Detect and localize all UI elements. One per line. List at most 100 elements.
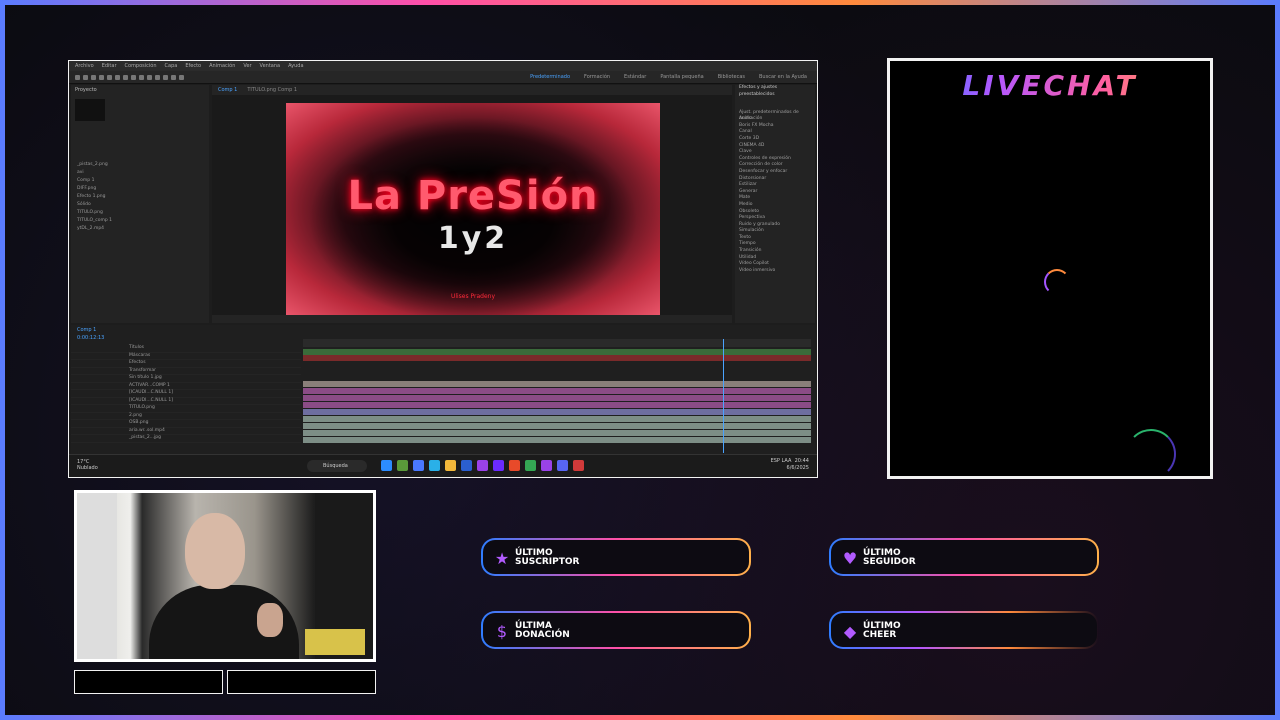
timeline-tracks[interactable] <box>303 339 811 453</box>
app-icon[interactable] <box>397 460 408 471</box>
effects-item[interactable]: Clave <box>735 149 815 156</box>
rotate-tool-icon[interactable] <box>107 74 112 80</box>
menu-editar[interactable]: Editar <box>102 63 117 69</box>
app-icon[interactable] <box>541 460 552 471</box>
project-item[interactable]: Efecto 1.png <box>71 193 209 201</box>
zoom-tool-icon[interactable] <box>99 74 104 80</box>
project-item[interactable]: avi <box>71 169 209 177</box>
project-item[interactable]: TITULO.png <box>71 209 209 217</box>
layer-row[interactable]: [ICAUDI...C.NULL 1] <box>71 390 301 398</box>
effects-item[interactable]: Perspectiva <box>735 215 815 222</box>
effects-item[interactable]: Vídeo inmersivo <box>735 268 815 275</box>
menu-capa[interactable]: Capa <box>165 63 178 69</box>
track-bar[interactable] <box>303 381 811 387</box>
effects-item[interactable]: Mate <box>735 195 815 202</box>
project-item[interactable]: ytDL_2.mp4 <box>71 225 209 233</box>
menu-composicion[interactable]: Composición <box>125 63 157 69</box>
menu-ayuda[interactable]: Ayuda <box>288 63 303 69</box>
layer-row[interactable]: aria.wr..sol.mp4 <box>71 428 301 435</box>
project-item[interactable]: Comp 1 <box>71 177 209 185</box>
layer-row[interactable]: Máscaras <box>71 353 301 360</box>
track-bar[interactable] <box>303 409 811 415</box>
track-bar[interactable] <box>303 430 811 436</box>
layer-row[interactable]: 2.png <box>71 413 301 420</box>
home-icon[interactable] <box>75 74 80 80</box>
project-item[interactable]: TITULO_comp 1 <box>71 217 209 225</box>
layer-row[interactable]: OSB.png <box>71 420 301 428</box>
folder-icon[interactable] <box>445 460 456 471</box>
system-tray[interactable]: ESP LAA 20:44 6/6/2025 <box>771 458 809 472</box>
layer-row[interactable]: Sin título 1.jpg <box>71 375 301 383</box>
help-search[interactable]: Buscar en la Ayuda <box>759 74 807 80</box>
effects-item[interactable]: Transición <box>735 248 815 255</box>
pan-tool-icon[interactable] <box>123 74 128 80</box>
track-bar[interactable] <box>303 395 811 401</box>
timeline-tab[interactable]: Comp 1 <box>71 325 815 335</box>
menu-animacion[interactable]: Animación <box>209 63 235 69</box>
workspace-learn[interactable]: Formación <box>584 74 610 80</box>
text-tool-icon[interactable] <box>147 74 152 80</box>
layer-row[interactable]: ACTIVAR...COMP 1 <box>71 383 301 390</box>
app-icon[interactable] <box>461 460 472 471</box>
effects-item[interactable]: Audio <box>735 116 815 123</box>
track-bar[interactable] <box>303 437 811 443</box>
after-effects-icon[interactable] <box>493 460 504 471</box>
camera-tool-icon[interactable] <box>115 74 120 80</box>
project-item[interactable]: DIFF.png <box>71 185 209 193</box>
playhead[interactable] <box>723 339 724 453</box>
puppet-tool-icon[interactable] <box>179 74 184 80</box>
effects-item[interactable]: Corrección de color <box>735 162 815 169</box>
chrome-icon[interactable] <box>525 460 536 471</box>
effects-item[interactable]: Vídeo Copilot <box>735 261 815 268</box>
menu-efecto[interactable]: Efecto <box>185 63 201 69</box>
app-icon[interactable] <box>573 460 584 471</box>
track-bar[interactable] <box>303 423 811 429</box>
menu-ver[interactable]: Ver <box>243 63 251 69</box>
tab-comp-1[interactable]: Comp 1 <box>218 87 237 93</box>
track-bar[interactable] <box>303 402 811 408</box>
menu-ventana[interactable]: Ventana <box>260 63 281 69</box>
taskbar-search[interactable]: Búsqueda <box>307 460 367 472</box>
windows-start-icon[interactable] <box>381 460 392 471</box>
workspace-small[interactable]: Pantalla pequeña <box>660 74 703 80</box>
layer-row[interactable]: _pistas_2...jpg <box>71 435 301 443</box>
app-icon[interactable] <box>413 460 424 471</box>
track-bar[interactable] <box>303 388 811 394</box>
workspace-libraries[interactable]: Bibliotecas <box>718 74 745 80</box>
premiere-icon[interactable] <box>477 460 488 471</box>
layer-row[interactable]: Transformar <box>71 368 301 375</box>
effects-item[interactable]: Corte 3D <box>735 136 815 143</box>
tray-language[interactable]: ESP LAA <box>771 458 792 464</box>
select-tool-icon[interactable] <box>83 74 88 80</box>
project-item[interactable]: Sólido <box>71 201 209 209</box>
edge-icon[interactable] <box>429 460 440 471</box>
shape-tool-icon[interactable] <box>131 74 136 80</box>
viewer-controls[interactable] <box>212 315 732 323</box>
eraser-tool-icon[interactable] <box>171 74 176 80</box>
project-item[interactable]: _pistas_2.png <box>71 161 209 169</box>
stamp-tool-icon[interactable] <box>163 74 168 80</box>
effects-item[interactable]: Simulación <box>735 228 815 235</box>
effects-item[interactable]: Medio <box>735 202 815 209</box>
composition-viewer[interactable]: La PreSión 1y2 Ulises Pradeny <box>286 103 660 315</box>
app-icon[interactable] <box>509 460 520 471</box>
layer-row[interactable]: [ICAUDI...C.NULL 1] <box>71 398 301 405</box>
hand-tool-icon[interactable] <box>91 74 96 80</box>
layer-row[interactable]: Títulos <box>71 345 301 353</box>
discord-icon[interactable] <box>557 460 568 471</box>
workspace-default[interactable]: Predeterminado <box>530 74 570 80</box>
menu-archivo[interactable]: Archivo <box>75 63 94 69</box>
effects-item[interactable]: Canal <box>735 129 815 136</box>
pen-tool-icon[interactable] <box>139 74 144 80</box>
effects-item[interactable]: Desenfocar y enfocar <box>735 169 815 176</box>
layer-row[interactable]: Efectos <box>71 360 301 368</box>
tab-titulo-comp[interactable]: TITULO.png Comp 1 <box>247 87 297 93</box>
effects-item[interactable]: Estilizar <box>735 182 815 189</box>
track-bar[interactable] <box>303 355 811 361</box>
time-ruler[interactable] <box>303 339 811 347</box>
brush-tool-icon[interactable] <box>155 74 160 80</box>
workspace-standard[interactable]: Estándar <box>624 74 646 80</box>
track-bar[interactable] <box>303 416 811 422</box>
weather-widget[interactable]: 17°C Nublado <box>77 459 98 473</box>
layer-row[interactable]: TITULO.png <box>71 405 301 413</box>
